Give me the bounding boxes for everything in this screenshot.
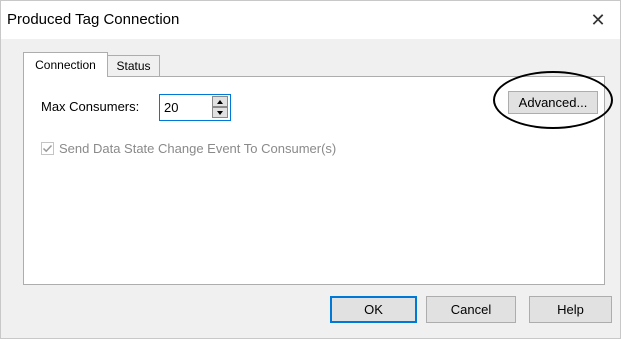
max-consumers-label: Max Consumers:	[41, 99, 140, 114]
tab-status[interactable]: Status	[108, 55, 160, 76]
tab-connection[interactable]: Connection	[23, 52, 108, 77]
arrow-down-icon	[217, 110, 223, 115]
max-consumers-input[interactable]	[160, 95, 210, 120]
cancel-button[interactable]: Cancel	[426, 296, 516, 323]
close-button[interactable]: ✕	[576, 1, 620, 39]
arrow-up-icon	[217, 99, 223, 104]
advanced-button[interactable]: Advanced...	[508, 91, 598, 114]
window-title: Produced Tag Connection	[7, 11, 180, 28]
check-icon	[42, 144, 53, 152]
send-event-checkbox[interactable]	[41, 141, 54, 155]
title-bar: Produced Tag Connection ✕	[1, 1, 620, 39]
spin-down-button[interactable]	[212, 107, 228, 118]
send-event-label: Send Data State Change Event To Consumer…	[59, 140, 337, 156]
produced-tag-connection-dialog: Produced Tag Connection ✕ Connection Sta…	[0, 0, 621, 339]
connection-tab-panel: Max Consumers: Send Data State Change Ev…	[23, 76, 605, 285]
max-consumers-spinner	[159, 94, 231, 121]
close-icon: ✕	[590, 9, 606, 30]
send-event-checkbox-row: Send Data State Change Event To Consumer…	[41, 140, 336, 156]
ok-button[interactable]: OK	[330, 296, 417, 323]
spin-up-button[interactable]	[212, 96, 228, 107]
help-button[interactable]: Help	[529, 296, 612, 323]
